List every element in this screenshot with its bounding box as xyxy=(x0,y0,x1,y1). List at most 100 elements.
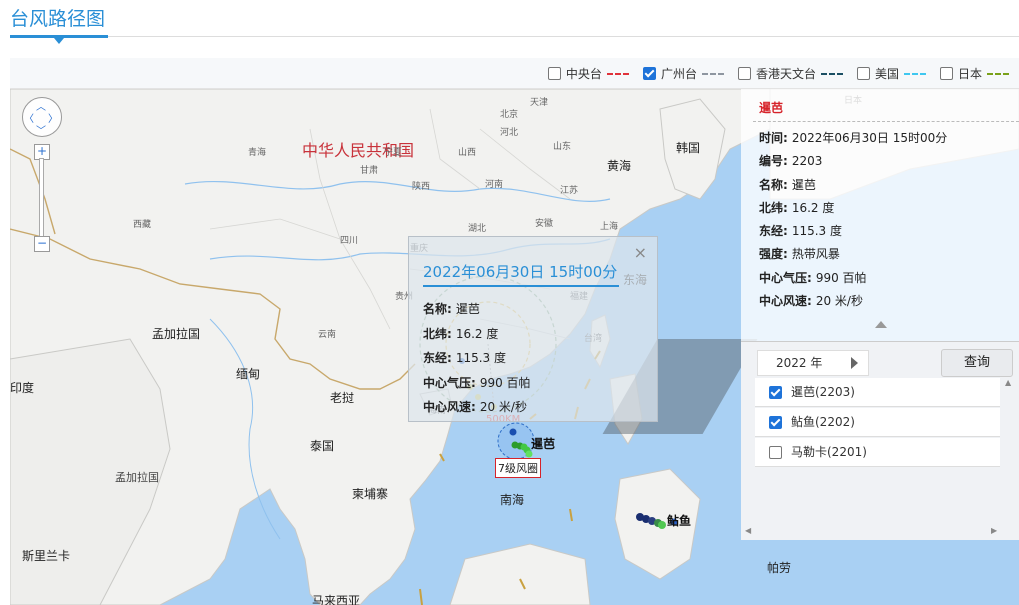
typhoon-map[interactable]: 中华人民共和国 青海 甘肃 陕西 山西 河北 北京 天津 山东 河南 江苏 安徽… xyxy=(10,89,1019,605)
popup-row-value: 20 米/秒 xyxy=(479,400,527,414)
info-row-key: 编号: xyxy=(759,154,788,169)
info-row-value: 16.2 度 xyxy=(791,200,835,215)
legend-line-swatch xyxy=(987,72,1009,75)
typhoon-list-panel: 2022 年 查询 暹芭(2203) 鲇鱼(2202) 马勒卡(2201) ▲ ▶ … xyxy=(741,341,1019,540)
legend-checkbox[interactable] xyxy=(547,67,561,80)
label-qinghai: 青海 xyxy=(248,148,267,158)
legend-line-swatch xyxy=(903,72,926,75)
typhoon-checkbox[interactable] xyxy=(769,446,782,459)
agency-legend-bar: 中央台 广州台 香港天文台 美国 日本 xyxy=(10,58,1019,89)
label-henan: 河南 xyxy=(485,180,504,190)
info-row-value: 990 百帕 xyxy=(815,270,867,285)
typhoon-label: 暹芭(2203) xyxy=(791,385,855,399)
title-caret-icon xyxy=(54,38,64,44)
popup-row-value: 115.3 度 xyxy=(455,351,506,365)
scroll-left-icon[interactable]: ◀ xyxy=(745,526,751,535)
info-row: 北纬: 16.2 度 xyxy=(759,197,947,220)
megi-map-label[interactable]: 鲇鱼 xyxy=(667,512,691,529)
popup-divider xyxy=(423,285,619,287)
label-hebei: 河北 xyxy=(500,128,519,138)
label-yellow-sea: 黄海 xyxy=(607,159,632,173)
legend-item[interactable]: 美国 xyxy=(856,65,926,82)
label-bangladesh: 孟加拉国 xyxy=(152,327,201,341)
popup-row-key: 东经: xyxy=(423,351,452,365)
info-row-key: 中心气压: xyxy=(759,270,812,285)
legend-checkbox[interactable] xyxy=(737,67,751,80)
typhoon-checkbox[interactable] xyxy=(769,416,782,429)
pan-up-icon[interactable]: ︿ xyxy=(36,98,46,113)
legend-checkbox[interactable] xyxy=(642,67,656,80)
popup-row-key: 中心风速: xyxy=(423,400,476,414)
scroll-up-icon[interactable]: ▲ xyxy=(1005,378,1011,387)
typhoon-list-item[interactable]: 鲇鱼(2202) xyxy=(755,408,1000,437)
legend-checkbox[interactable] xyxy=(939,67,953,80)
zoom-slider[interactable] xyxy=(39,158,44,238)
legend-label: 日本 xyxy=(957,67,982,81)
collapse-up-icon[interactable] xyxy=(875,321,887,328)
typhoon-popup: × 2022年06月30日 15时00分 名称: 暹芭 北纬: 16.2 度东经: 11… xyxy=(408,236,658,422)
page-title: 台风路径图 xyxy=(10,8,106,30)
info-row: 强度: 热带风暴 xyxy=(759,243,947,266)
popup-row-value: 990 百帕 xyxy=(479,375,531,390)
pan-control[interactable]: ︿ ﹀ 〈 〉 xyxy=(22,97,62,137)
label-cambodia: 柬埔寨 xyxy=(352,487,389,501)
label-myanmar: 缅甸 xyxy=(236,367,261,381)
info-row: 时间: 2022年06月30日 15时00分 xyxy=(759,127,947,150)
info-row: 中心气压: 990 百帕 xyxy=(759,267,947,290)
label-korea: 韩国 xyxy=(676,141,701,155)
popup-row-value: 暹芭 xyxy=(455,302,480,316)
legend-line-swatch xyxy=(606,72,629,75)
label-shanxi: 山西 xyxy=(458,148,477,158)
label-srilanka: 斯里兰卡 xyxy=(22,549,71,563)
label-south-sea: 南海 xyxy=(500,493,525,507)
label-ningxia: 宁夏 xyxy=(384,148,403,158)
year-selector[interactable]: 2022 年 xyxy=(757,350,869,376)
year-value: 2022 年 xyxy=(776,356,823,370)
label-shanghai: 上海 xyxy=(600,222,619,232)
info-row-value: 热带风暴 xyxy=(791,247,840,262)
label-jiangsu: 江苏 xyxy=(560,186,579,196)
info-row-key: 时间: xyxy=(759,131,788,145)
info-row-value: 20 米/秒 xyxy=(815,294,863,309)
typhoon-label: 鲇鱼(2202) xyxy=(791,415,855,429)
year-next-icon[interactable] xyxy=(851,357,858,369)
list-scrollbar[interactable]: ▲ xyxy=(1003,378,1015,536)
chaba-map-label[interactable]: 暹芭 xyxy=(531,435,555,452)
legend-item[interactable]: 日本 xyxy=(939,65,1009,82)
popup-close-button[interactable]: × xyxy=(634,243,647,262)
popup-row: 北纬: 16.2 度 xyxy=(423,322,531,347)
popup-row: 名称: 暹芭 xyxy=(423,297,531,322)
popup-row: 中心气压: 990 百帕 xyxy=(423,371,531,396)
popup-details: 名称: 暹芭 北纬: 16.2 度东经: 115.3 度中心气压: 990 百帕 中心风速:… xyxy=(423,297,531,420)
label-shaanxi: 陕西 xyxy=(412,182,431,192)
title-divider xyxy=(10,36,1019,37)
info-panel: 暹芭 时间: 2022年06月30日 15时00分 编号: 2203 名称: 暹芭 北纬: 1… xyxy=(741,89,1019,341)
legend-item[interactable]: 香港天文台 xyxy=(737,65,843,82)
zoom-out-button[interactable]: − xyxy=(34,236,50,252)
legend-checkbox[interactable] xyxy=(856,67,870,80)
info-row: 编号: 2203 xyxy=(759,150,947,173)
typhoon-checkbox[interactable] xyxy=(769,386,782,399)
info-row-value: 2203 xyxy=(791,154,823,169)
legend-label: 中央台 xyxy=(565,67,602,81)
legend-item[interactable]: 中央台 xyxy=(547,65,629,82)
legend-item[interactable]: 广州台 xyxy=(642,65,724,82)
pan-down-icon[interactable]: ﹀ xyxy=(36,122,46,137)
info-row: 名称: 暹芭 xyxy=(759,174,947,197)
popup-row-key: 中心气压: xyxy=(423,375,476,390)
info-row: 中心风速: 20 米/秒 xyxy=(759,290,947,313)
query-button[interactable]: 查询 xyxy=(941,349,1013,377)
popup-row: 中心风速: 20 米/秒 xyxy=(423,395,531,420)
label-anhui: 安徽 xyxy=(535,219,554,229)
label-palau: 帕劳 xyxy=(767,561,792,575)
label-bangladesh-2: 孟加拉国 xyxy=(115,471,159,484)
scroll-right-icon[interactable]: ▶ xyxy=(991,526,997,535)
popup-row-key: 北纬: xyxy=(423,326,452,341)
legend-label: 广州台 xyxy=(660,67,697,81)
info-row-key: 中心风速: xyxy=(759,294,812,309)
label-thailand: 泰国 xyxy=(310,439,335,453)
typhoon-list-item[interactable]: 马勒卡(2201) xyxy=(755,438,1000,467)
pan-left-icon[interactable]: 〈 xyxy=(24,110,34,125)
typhoon-list-item[interactable]: 暹芭(2203) xyxy=(755,378,1000,407)
pan-right-icon[interactable]: 〉 xyxy=(48,110,58,125)
